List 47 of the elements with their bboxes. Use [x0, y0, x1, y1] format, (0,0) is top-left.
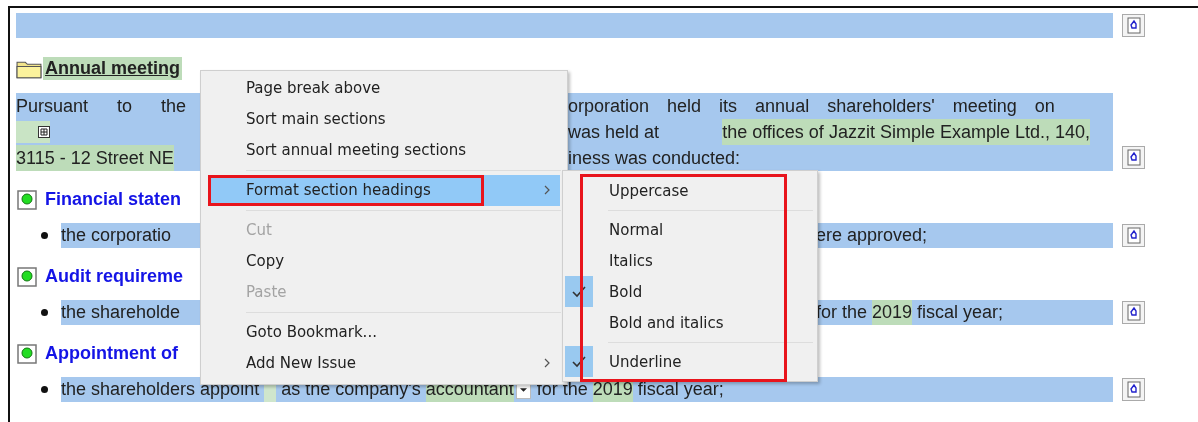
section-heading: Audit requireme — [45, 266, 184, 287]
list-item-text: for the — [816, 301, 868, 324]
section-heading: Financial staten — [45, 189, 182, 210]
page-hand-icon[interactable] — [1122, 377, 1146, 402]
list-item-text: the shareholde — [61, 301, 181, 324]
menu-item[interactable]: Goto Bookmark... — [208, 317, 560, 348]
menu-item[interactable]: Normal — [563, 214, 817, 245]
caret-icon — [519, 387, 527, 392]
list-item-text: fiscal year; — [917, 301, 1004, 324]
page-hand-icon[interactable] — [1122, 13, 1146, 38]
section-title: Annual meeting — [43, 57, 182, 80]
menu-item[interactable]: Bold and italics — [563, 307, 817, 338]
topic-icon[interactable] — [17, 189, 37, 210]
check-icon — [565, 346, 593, 377]
topic-icon[interactable] — [17, 266, 37, 287]
menu-item[interactable]: Italics — [563, 245, 817, 276]
list-item-text: fiscal year; — [637, 378, 724, 401]
topic-icon[interactable] — [17, 343, 37, 364]
menu-item[interactable]: Add New Issue — [208, 348, 560, 379]
bullet-icon — [41, 386, 48, 393]
paragraph-text: 3115 - 12 Street NE — [16, 145, 174, 171]
menu-item[interactable]: Sort annual meeting sections — [208, 135, 560, 166]
chevron-right-icon — [544, 358, 550, 368]
menu-item[interactable]: Underline — [563, 346, 817, 377]
list-item-text: the corporatio — [61, 224, 172, 247]
section-heading: Appointment of — [45, 343, 178, 364]
grid-icon — [38, 126, 50, 138]
menu-item[interactable]: Sort main sections — [208, 104, 560, 135]
paragraph-text: orporation held its annual shareholders' meeting on — [568, 95, 1056, 118]
paragraph-text: was held at — [568, 121, 660, 144]
page-hand-icon[interactable] — [1122, 300, 1146, 325]
check-icon — [565, 276, 593, 307]
page-hand-icon[interactable] — [1122, 223, 1146, 248]
bullet-icon — [41, 232, 48, 239]
menu-item[interactable]: Copy — [208, 246, 560, 277]
page-hand-icon[interactable] — [1122, 146, 1146, 170]
menu-item[interactable]: Bold — [563, 276, 817, 307]
paragraph-text: iness was conducted: — [568, 147, 741, 170]
field-marker[interactable] — [16, 121, 50, 143]
bullet-icon — [41, 309, 48, 316]
list-item-text: 2019 — [872, 300, 913, 325]
menu-item[interactable]: Page break above — [208, 73, 560, 104]
paragraph-text: Pursuant to the — [16, 95, 187, 118]
chevron-right-icon — [544, 185, 550, 195]
paragraph-text: the offices of Jazzit Simple Example Ltd., 140, — [722, 119, 1090, 145]
menu-item[interactable]: Format section headings — [208, 175, 560, 206]
list-item-text: the shareholders appoint — [61, 378, 260, 401]
